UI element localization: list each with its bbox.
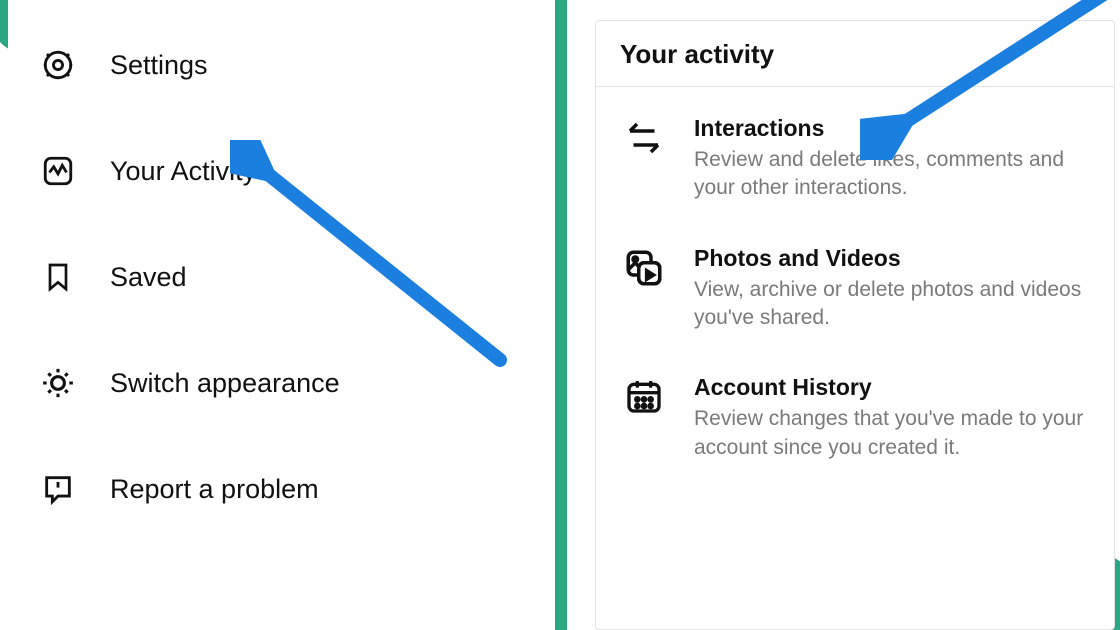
menu-label: Settings [110,50,208,81]
menu-item-switch-appearance[interactable]: Switch appearance [36,354,528,412]
menu-item-your-activity[interactable]: Your Activity [36,142,528,200]
activity-list: Interactions Review and delete likes, co… [596,87,1114,482]
calendar-icon [620,374,668,416]
activity-text: Photos and Videos View, archive or delet… [694,245,1090,333]
report-icon [40,472,76,506]
menu-list: Settings Your Activity Saved [8,0,548,518]
your-activity-panel: Your activity Interactions Review and de… [595,20,1115,630]
menu-label: Report a problem [110,474,319,505]
menu-label: Your Activity [110,156,256,187]
activity-description: Review and delete likes, comments and yo… [694,146,1090,203]
activity-item-photos-videos[interactable]: Photos and Videos View, archive or delet… [616,223,1094,353]
menu-item-report-problem[interactable]: Report a problem [36,460,528,518]
vertical-divider [555,0,567,630]
menu-label: Switch appearance [110,368,340,399]
panel-title: Your activity [620,39,1090,70]
activity-description: View, archive or delete photos and video… [694,276,1090,333]
activity-item-interactions[interactable]: Interactions Review and delete likes, co… [616,93,1094,223]
panel-header: Your activity [596,21,1114,87]
activity-icon [40,154,76,188]
activity-title: Photos and Videos [694,245,1090,272]
settings-menu-panel: Settings Your Activity Saved [8,0,548,630]
bookmark-icon [40,260,76,294]
menu-item-saved[interactable]: Saved [36,248,528,306]
activity-text: Interactions Review and delete likes, co… [694,115,1090,203]
activity-title: Interactions [694,115,1090,142]
activity-description: Review changes that you've made to your … [694,405,1090,462]
media-icon [620,245,668,289]
activity-title: Account History [694,374,1090,401]
sun-icon [40,366,76,400]
activity-text: Account History Review changes that you'… [694,374,1090,462]
stage: Settings Your Activity Saved [0,0,1120,630]
menu-label: Saved [110,262,187,293]
activity-item-account-history[interactable]: Account History Review changes that you'… [616,352,1094,482]
swap-icon [620,115,668,159]
gear-icon [40,48,76,82]
menu-item-settings[interactable]: Settings [36,36,528,94]
